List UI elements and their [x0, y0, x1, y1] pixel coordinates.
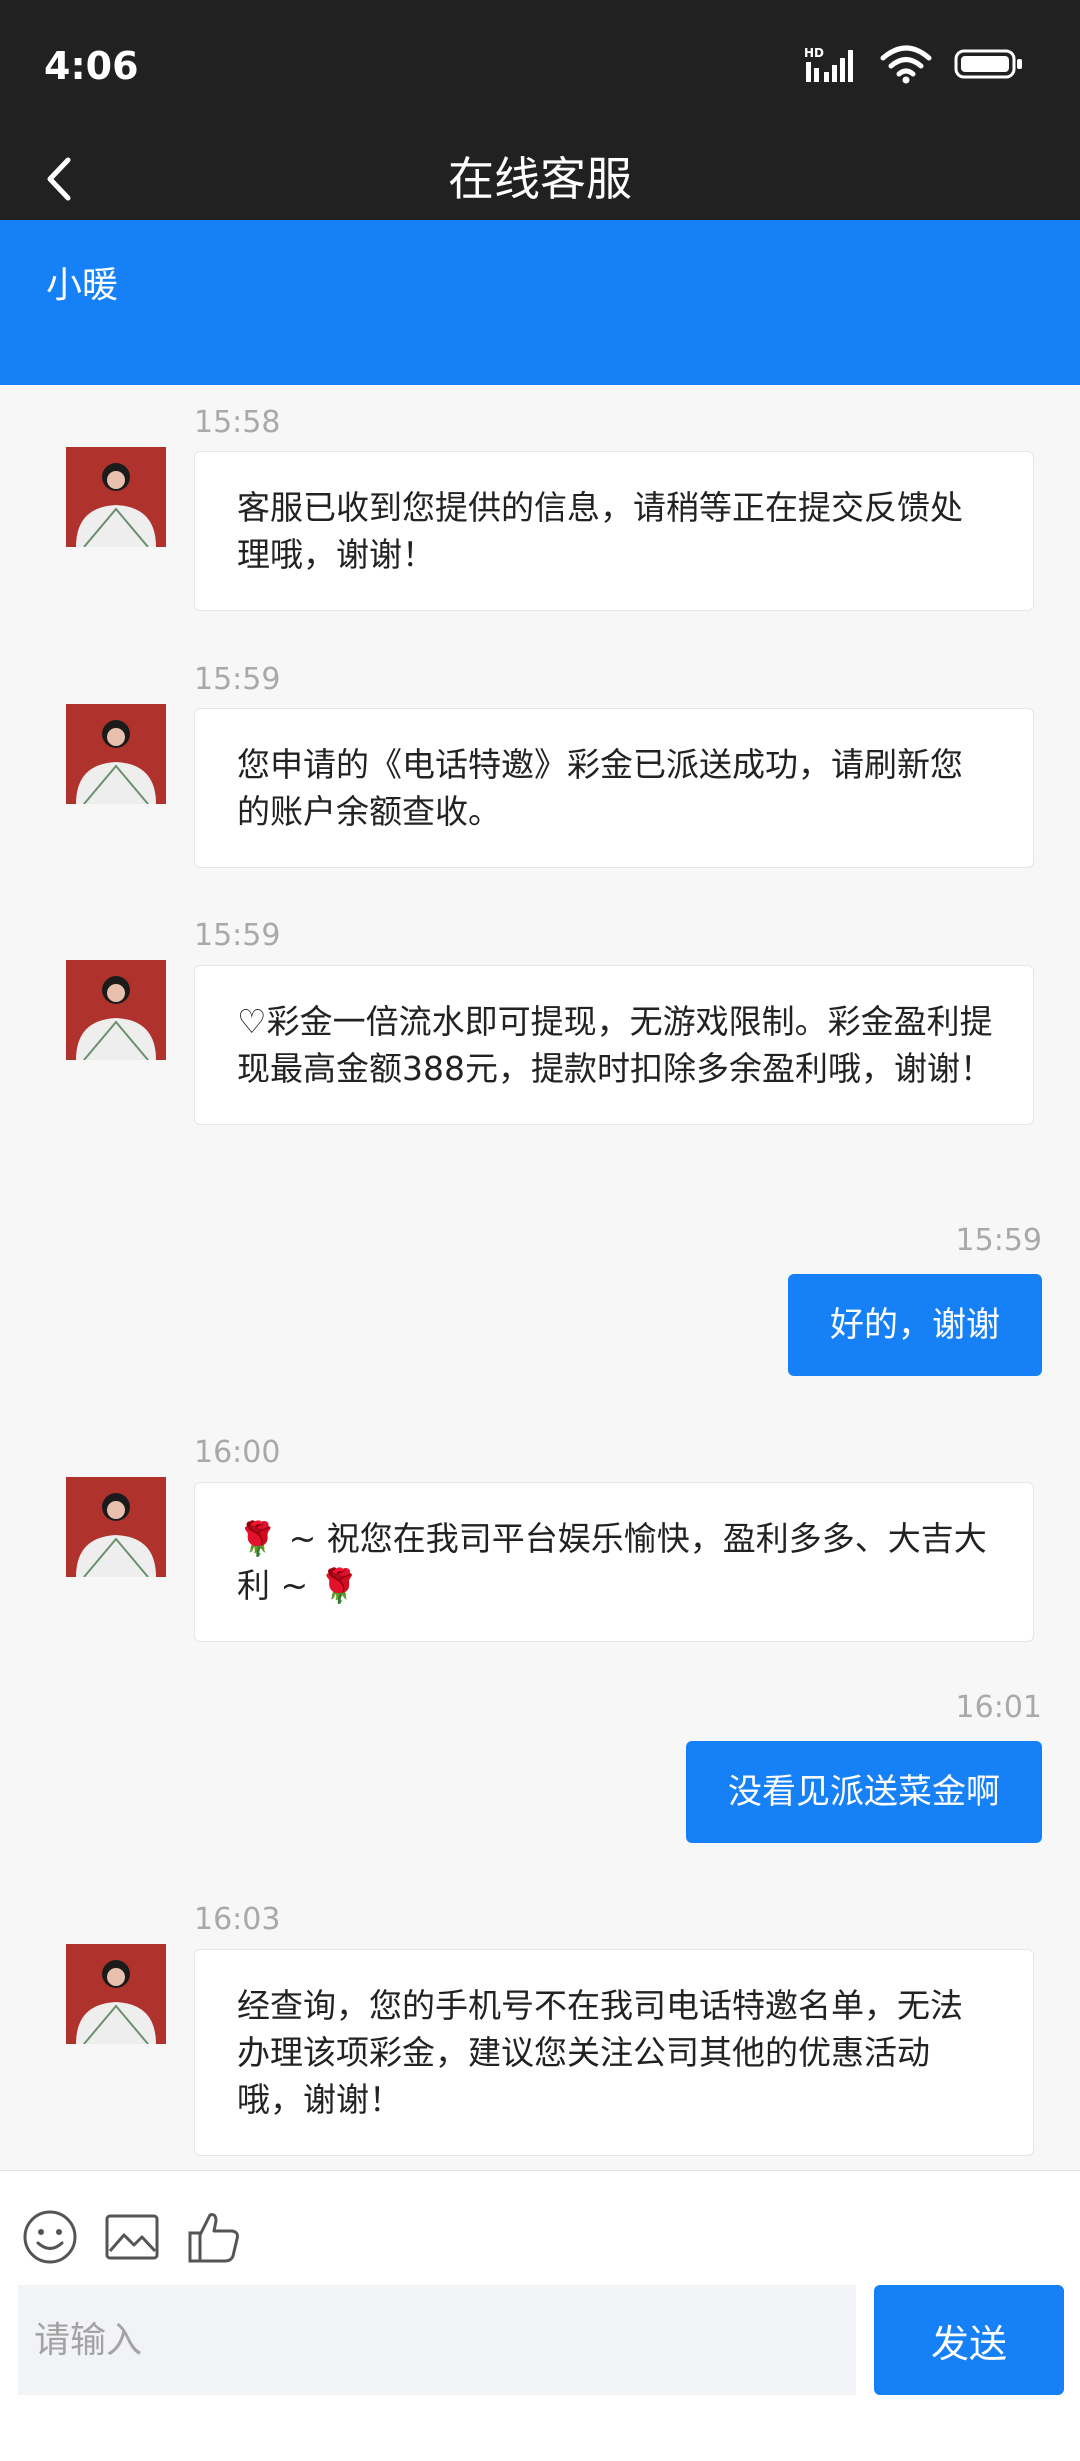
- image-button[interactable]: [102, 2207, 162, 2267]
- incoming-message-bubble[interactable]: 🌹 ~ 祝您在我司平台娱乐愉快，盈利多多、大吉大利 ~ 🌹: [194, 1482, 1034, 1642]
- agent-avatar[interactable]: [66, 1477, 166, 1577]
- message-input[interactable]: [18, 2285, 856, 2395]
- battery-icon: [954, 49, 1022, 79]
- message-timestamp: 16:03: [194, 1902, 281, 1937]
- avatar-portrait-icon: [66, 447, 166, 547]
- incoming-message-bubble[interactable]: 经查询，您的手机号不在我司电话特邀名单，无法办理该项彩金，建议您关注公司其他的优…: [194, 1949, 1034, 2156]
- message-timestamp: 15:59: [955, 1223, 1042, 1258]
- message-timestamp: 16:01: [955, 1690, 1042, 1725]
- wifi-icon: [880, 45, 932, 84]
- chat-message-list[interactable]: 15:58 客服已收到您提供的信息，请稍等正在提交反馈处理哦，谢谢！ 15:59…: [0, 385, 1080, 2170]
- message-timestamp: 15:59: [194, 662, 281, 697]
- thumbs-up-button[interactable]: [184, 2207, 244, 2267]
- hd-label: HD: [804, 46, 824, 60]
- agent-avatar[interactable]: [66, 960, 166, 1060]
- avatar-portrait-icon: [66, 1944, 166, 2044]
- incoming-message-bubble[interactable]: ♡彩金一倍流水即可提现，无游戏限制。彩金盈利提现最高金额388元，提款时扣除多余…: [194, 965, 1034, 1125]
- page-title: 在线客服: [448, 152, 632, 206]
- image-icon: [105, 2214, 159, 2260]
- emoji-icon: [23, 2210, 77, 2264]
- agent-name: 小暖: [46, 265, 119, 306]
- incoming-message-bubble[interactable]: 您申请的《电话特邀》彩金已派送成功，请刷新您的账户余额查收。: [194, 708, 1034, 868]
- agent-banner: 小暖: [0, 220, 1080, 385]
- status-icons: HD: [804, 44, 1024, 84]
- avatar-portrait-icon: [66, 1477, 166, 1577]
- avatar-portrait-icon: [66, 704, 166, 804]
- incoming-message-bubble[interactable]: 客服已收到您提供的信息，请稍等正在提交反馈处理哦，谢谢！: [194, 451, 1034, 611]
- avatar-portrait-icon: [66, 960, 166, 1060]
- message-composer: 发送: [0, 2170, 1080, 2461]
- cellular-signal-icon: HD: [804, 46, 853, 82]
- title-bar: 在线客服: [0, 138, 1080, 220]
- agent-avatar[interactable]: [66, 704, 166, 804]
- send-button[interactable]: 发送: [874, 2285, 1064, 2395]
- agent-avatar[interactable]: [66, 447, 166, 547]
- emoji-button[interactable]: [20, 2207, 80, 2267]
- agent-avatar[interactable]: [66, 1944, 166, 2044]
- outgoing-message-bubble[interactable]: 没看见派送菜金啊: [686, 1741, 1042, 1843]
- message-timestamp: 15:58: [194, 405, 281, 440]
- status-bar: 4:06 HD: [0, 0, 1080, 138]
- thumbs-up-icon: [188, 2213, 239, 2263]
- message-timestamp: 16:00: [194, 1435, 281, 1470]
- status-time: 4:06: [44, 44, 139, 88]
- outgoing-message-bubble[interactable]: 好的，谢谢: [788, 1274, 1042, 1376]
- message-timestamp: 15:59: [194, 918, 281, 953]
